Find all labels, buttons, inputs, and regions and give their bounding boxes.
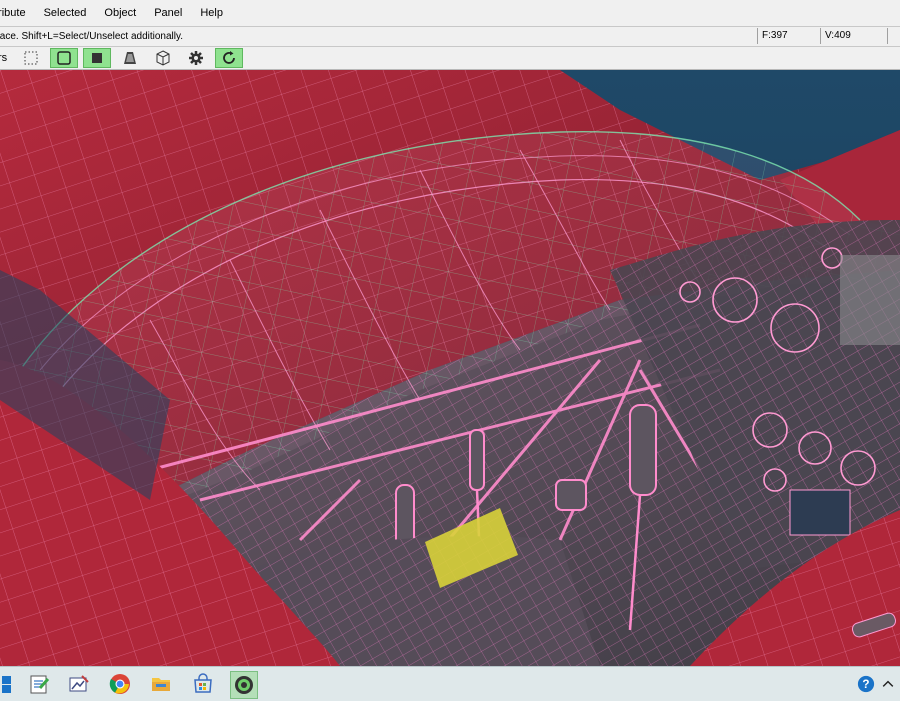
solid-square-icon (92, 53, 102, 63)
dotted-square-button[interactable] (17, 48, 45, 68)
chevron-up-icon (882, 680, 894, 687)
menu-object[interactable]: Object (95, 0, 145, 26)
face-count: F:397 (757, 28, 820, 44)
taskbar-paint[interactable] (66, 671, 92, 697)
notepad-icon (30, 675, 50, 694)
menu-attribute[interactable]: tribute (0, 0, 35, 26)
vertex-count: V:409 (820, 28, 887, 44)
paint-icon (69, 675, 89, 692)
cube-icon (156, 50, 170, 66)
menu-bar: tribute Selected Object Panel Help (0, 0, 900, 27)
shaded-cone-icon (124, 52, 136, 64)
refresh-icon (223, 51, 235, 64)
menu-help[interactable]: Help (191, 0, 232, 26)
menu-panel[interactable]: Panel (145, 0, 191, 26)
store-icon (194, 673, 212, 693)
cockpit-wireframe-render (0, 70, 900, 666)
tray-show-hidden[interactable] (878, 674, 898, 694)
taskbar: ? (0, 666, 900, 701)
taskbar-notepad[interactable] (26, 671, 52, 697)
menu-selected[interactable]: Selected (35, 0, 96, 26)
file-explorer-icon (152, 678, 170, 691)
taskbar-metasequoia[interactable] (230, 671, 258, 699)
taskbar-store[interactable] (190, 671, 216, 697)
wire-frame-square-icon (57, 51, 71, 65)
wire-frame-button[interactable] (50, 48, 78, 68)
dotted-square-icon (24, 51, 38, 65)
svg-text:?: ? (862, 678, 869, 691)
chrome-icon (109, 674, 130, 694)
cube-button[interactable] (149, 48, 177, 68)
start-button[interactable] (0, 671, 26, 697)
3d-viewport[interactable] (0, 70, 900, 666)
taskbar-chrome[interactable] (107, 671, 133, 697)
taskbar-file-explorer[interactable] (148, 671, 174, 697)
status-bar: face. Shift+L=Select/Unselect additional… (0, 27, 900, 47)
solid-square-button[interactable] (83, 48, 111, 68)
settings-button[interactable] (182, 48, 210, 68)
refresh-button[interactable] (215, 48, 243, 68)
status-extra-cell (887, 28, 900, 44)
metasequoia-icon (235, 676, 253, 694)
windows-start-icon (2, 676, 11, 693)
status-hint: face. Shift+L=Select/Unselect additional… (0, 31, 184, 42)
toolbar: rs (0, 47, 900, 70)
shaded-cone-button[interactable] (116, 48, 144, 68)
toolbar-label: rs (0, 52, 8, 64)
help-icon: ? (857, 675, 875, 693)
gear-icon (189, 51, 203, 65)
panel-display (840, 255, 900, 345)
tray-help[interactable]: ? (856, 674, 876, 694)
